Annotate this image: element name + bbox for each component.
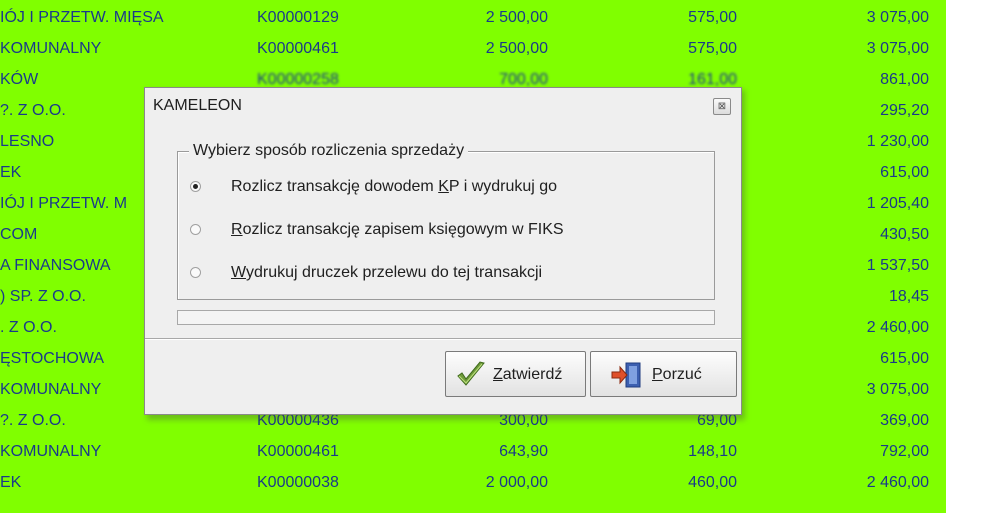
radio-unselected-icon[interactable] [190,224,201,235]
progress-bar [177,310,715,325]
divider [145,338,741,340]
group-label: Wybierz sposób rozliczenia sprzedaży [189,142,469,160]
table-row[interactable]: KOMUNALNY K00000461 2 500,00 575,00 3 075,00 [0,34,946,65]
net-amount-cell: 2 500,00 [485,9,548,26]
radio-selected-icon[interactable] [190,181,201,192]
gross-amount-cell: 295,20 [880,102,929,119]
radio-option-label: Rozlicz transakcję zapisem księgowym w F… [231,221,564,238]
vat-amount-cell: 460,00 [688,474,737,491]
customer-code-cell: K00000038 [257,474,339,491]
cancel-button[interactable]: Porzuć [590,351,737,397]
radio-unselected-icon[interactable] [190,267,201,278]
dialog-title: KAMELEON [153,97,242,114]
gross-amount-cell: 1 230,00 [866,133,929,150]
customer-name-cell: KÓW [0,71,39,88]
gross-amount-cell: 615,00 [880,164,929,181]
customer-name-cell: ?. Z O.O. [0,412,66,429]
dialog-titlebar[interactable]: KAMELEON ⊠ [145,88,741,124]
customer-name-cell: IÓJ I PRZETW. M [0,195,128,212]
gross-amount-cell: 2 460,00 [866,474,929,491]
customer-name-cell: KOMUNALNY [0,40,102,57]
radio-option-label: Rozlicz transakcję dowodem KP i wydrukuj… [231,178,558,195]
vat-amount-cell: 575,00 [688,9,737,26]
customer-name-cell: ) SP. Z O.O. [0,288,86,305]
checkmark-icon [457,361,485,386]
customer-name-cell: COM [0,226,38,243]
gross-amount-cell: 3 075,00 [866,381,929,398]
table-row[interactable]: KOMUNALNY K00000461 643,90 148,10 792,00 [0,437,946,468]
customer-name-cell: KOMUNALNY [0,381,102,398]
gross-amount-cell: 792,00 [880,443,929,460]
vat-amount-cell: 575,00 [688,40,737,57]
gross-amount-cell: 2 460,00 [866,319,929,336]
gross-amount-cell: 861,00 [880,71,929,88]
cancel-button-label: Porzuć [652,366,702,383]
kameleon-dialog: KAMELEON ⊠ Wybierz sposób rozliczenia sp… [144,87,742,415]
vat-amount-cell: 148,10 [688,443,737,460]
gross-amount-cell: 430,50 [880,226,929,243]
confirm-button-label: Zatwierdź [493,366,563,383]
close-icon[interactable]: ⊠ [713,98,731,115]
net-amount-cell: 643,90 [499,443,548,460]
customer-code-cell: K00000129 [257,9,339,26]
gross-amount-cell: 369,00 [880,412,929,429]
customer-name-cell: ĘSTOCHOWA [0,350,105,367]
gross-amount-cell: 615,00 [880,350,929,367]
net-amount-cell: 2 500,00 [485,40,548,57]
customer-name-cell: KOMUNALNY [0,443,102,460]
customer-name-cell: EK [0,474,22,491]
customer-code-cell: K00000461 [257,443,339,460]
gross-amount-cell: 3 075,00 [866,9,929,26]
table-row[interactable]: IÓJ I PRZETW. MIĘSA K00000129 2 500,00 575,… [0,3,946,34]
customer-name-cell: . Z O.O. [0,319,57,336]
customer-name-cell: LESNO [0,133,55,150]
customer-name-cell: A FINANSOWA [0,257,111,274]
customer-name-cell: EK [0,164,22,181]
gross-amount-cell: 18,45 [888,288,929,305]
customer-name-cell: IÓJ I PRZETW. MIĘSA [0,9,164,26]
gross-amount-cell: 1 205,40 [866,195,929,212]
radio-option-label: Wydrukuj druczek przelewu do tej transak… [231,264,543,281]
table-row[interactable]: EK K00000038 2 000,00 460,00 2 460,00 [0,468,946,499]
exit-door-icon [611,362,641,388]
net-amount-cell: 2 000,00 [485,474,548,491]
gross-amount-cell: 3 075,00 [866,40,929,57]
customer-name-cell: ?. Z O.O. [0,102,66,119]
gross-amount-cell: 1 537,50 [866,257,929,274]
customer-code-cell: K00000461 [257,40,339,57]
confirm-button[interactable]: Zatwierdź [445,351,586,397]
